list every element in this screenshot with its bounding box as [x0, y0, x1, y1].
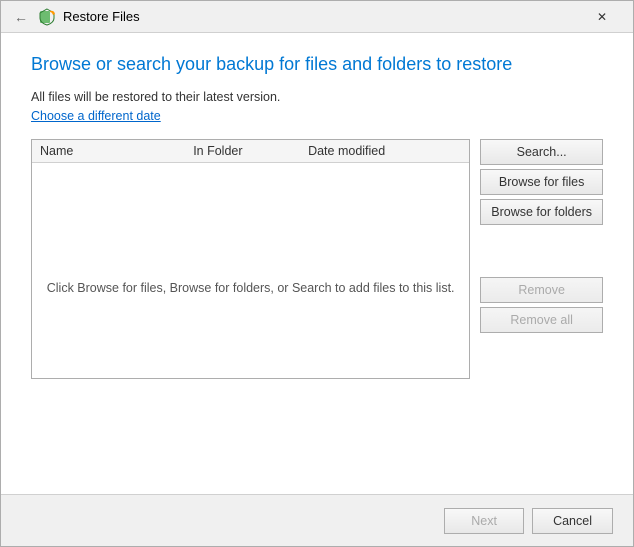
main-area: Name In Folder Date modified Click Brows…: [31, 139, 603, 379]
restore-files-window: ← Restore Files ✕ Browse or search your …: [0, 0, 634, 547]
cancel-button[interactable]: Cancel: [532, 508, 613, 534]
page-heading: Browse or search your backup for files a…: [31, 53, 603, 76]
close-button[interactable]: ✕: [579, 1, 625, 33]
col-date-header: Date modified: [308, 144, 461, 158]
search-button[interactable]: Search...: [480, 139, 603, 165]
info-text: All files will be restored to their late…: [31, 90, 603, 104]
title-bar-left: ← Restore Files: [9, 5, 140, 29]
back-button[interactable]: ←: [9, 5, 33, 29]
files-table: Name In Folder Date modified Click Brows…: [31, 139, 470, 379]
browse-folders-button[interactable]: Browse for folders: [480, 199, 603, 225]
title-bar: ← Restore Files ✕: [1, 1, 633, 33]
browse-files-button[interactable]: Browse for files: [480, 169, 603, 195]
next-button[interactable]: Next: [444, 508, 524, 534]
window-icon: [39, 8, 57, 26]
remove-button[interactable]: Remove: [480, 277, 603, 303]
table-header: Name In Folder Date modified: [32, 140, 469, 163]
remove-all-button[interactable]: Remove all: [480, 307, 603, 333]
table-body: Click Browse for files, Browse for folde…: [32, 163, 469, 363]
col-name-header: Name: [40, 144, 193, 158]
button-spacer: [480, 229, 603, 249]
window-title: Restore Files: [63, 9, 140, 24]
button-spacer-2: [480, 253, 603, 273]
action-buttons-panel: Search... Browse for files Browse for fo…: [480, 139, 603, 333]
empty-hint-text: Click Browse for files, Browse for folde…: [47, 281, 455, 295]
content-area: Browse or search your backup for files a…: [1, 33, 633, 399]
bottom-bar: Next Cancel: [1, 494, 633, 546]
col-folder-header: In Folder: [193, 144, 308, 158]
choose-date-link[interactable]: Choose a different date: [31, 109, 161, 123]
